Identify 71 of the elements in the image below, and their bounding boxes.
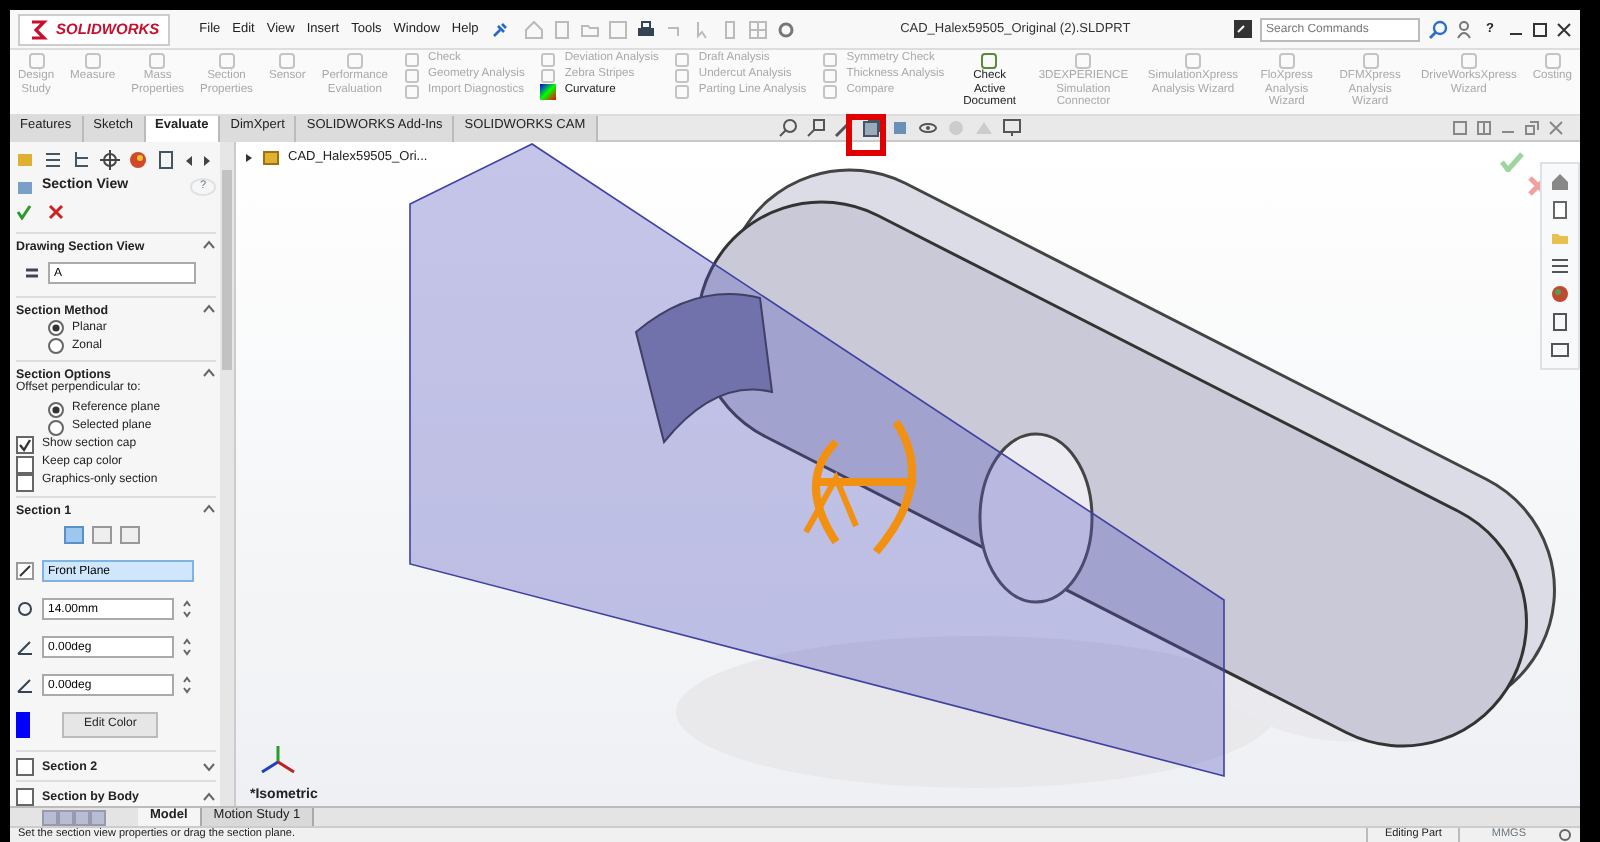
magnifier-box-icon[interactable] [806, 118, 826, 138]
tile-icon[interactable] [1476, 120, 1492, 136]
folder-icon[interactable] [580, 19, 601, 39]
monitor-icon[interactable] [1002, 118, 1022, 138]
home-icon[interactable] [524, 19, 545, 39]
list-number-icon [24, 265, 40, 282]
spin-arrows-icon[interactable] [182, 676, 192, 694]
list-icon[interactable] [1550, 256, 1570, 276]
spin-arrows-icon[interactable] [182, 600, 192, 618]
command-icon[interactable] [1234, 20, 1253, 38]
document-icon[interactable] [156, 150, 176, 170]
angle-icon [16, 638, 34, 656]
expand-chevron-icon[interactable] [202, 762, 216, 773]
radio-button[interactable] [48, 419, 64, 436]
collapse-chevron-icon[interactable] [202, 304, 216, 315]
spin-arrows-icon[interactable] [182, 638, 192, 656]
expand-arrow-icon[interactable] [244, 151, 254, 163]
scroll-bar[interactable] [220, 142, 234, 806]
panel-icon[interactable] [1452, 120, 1468, 136]
tool-icon[interactable] [980, 52, 999, 70]
restore-icon[interactable] [1524, 120, 1540, 136]
logo-icon [28, 19, 48, 39]
color-map-icon[interactable] [540, 84, 557, 100]
checkbox[interactable] [16, 436, 34, 455]
checkbox[interactable] [16, 473, 34, 492]
list-icon[interactable] [44, 150, 64, 170]
printer-icon[interactable] [636, 19, 657, 39]
part-icon[interactable] [262, 148, 280, 166]
left-arrow-icon[interactable] [184, 153, 194, 167]
user-icon[interactable] [1456, 19, 1473, 39]
window-icon[interactable] [1550, 340, 1570, 360]
checkbox[interactable] [16, 758, 34, 777]
eye-icon[interactable] [918, 118, 938, 138]
highlight-box [846, 114, 886, 156]
document-icon[interactable] [1550, 200, 1570, 220]
collapse-chevron-icon[interactable] [202, 240, 216, 250]
scroll-thumb[interactable] [222, 170, 232, 370]
house-icon[interactable] [1550, 172, 1570, 192]
ok-check-icon[interactable] [1500, 152, 1524, 172]
collapse-chevron-icon[interactable] [202, 792, 216, 803]
close-icon[interactable] [1556, 21, 1572, 37]
ok-check-icon[interactable] [16, 204, 32, 220]
tree-icon[interactable] [72, 150, 92, 170]
page-icon[interactable] [552, 19, 573, 39]
mode-button[interactable] [120, 526, 140, 544]
collapse-chevron-icon[interactable] [202, 367, 216, 378]
section-view-icon [16, 178, 34, 196]
axis-triad-icon [256, 742, 300, 778]
sphere-icon[interactable] [128, 150, 148, 170]
cancel-icon[interactable] [48, 204, 64, 220]
radio-button[interactable] [48, 401, 64, 418]
right-arrow-icon[interactable] [202, 153, 212, 167]
radio-button[interactable] [48, 320, 64, 337]
checkbox[interactable] [16, 788, 34, 807]
mode-button[interactable] [92, 526, 112, 544]
mode-button[interactable] [64, 526, 84, 544]
magnifier-icon[interactable] [778, 118, 798, 138]
section-view-icon[interactable] [862, 118, 882, 138]
pin-icon[interactable] [492, 21, 509, 37]
maximize-icon[interactable] [1532, 21, 1548, 37]
color-swatch[interactable] [16, 712, 30, 738]
rotation-handle-drawing[interactable] [803, 419, 916, 555]
sphere-icon[interactable] [1550, 284, 1570, 304]
collapse-chevron-icon[interactable] [202, 503, 216, 514]
grid-icon[interactable] [748, 19, 769, 39]
checkbox[interactable] [16, 455, 34, 474]
crosshair-icon[interactable] [100, 150, 120, 170]
arrow-icon [16, 562, 34, 580]
radio-button[interactable] [48, 338, 64, 355]
search-icon[interactable] [1428, 19, 1449, 39]
angle-icon [16, 676, 34, 694]
